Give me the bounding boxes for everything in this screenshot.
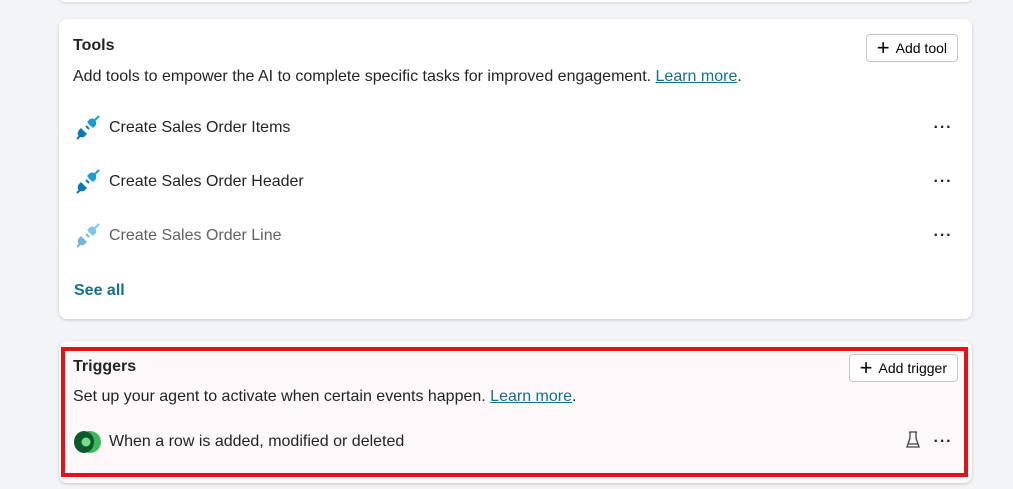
more-options-icon[interactable]: ···	[928, 173, 958, 191]
tools-description: Add tools to empower the AI to complete …	[73, 68, 742, 85]
plug-icon	[73, 114, 101, 142]
tools-description-text: Add tools to empower the AI to complete …	[73, 68, 652, 85]
triggers-description-text: Set up your agent to activate when certa…	[73, 388, 486, 405]
add-trigger-label: Add trigger	[878, 360, 947, 376]
tool-item[interactable]: Create Sales Order Items ···	[73, 113, 958, 143]
triggers-card: Triggers + Add trigger Set up your agent …	[59, 341, 972, 483]
tool-item-label: Create Sales Order Header	[109, 173, 304, 190]
plus-icon: +	[876, 35, 890, 60]
tools-card: Tools + Add tool Add tools to empower the…	[59, 19, 972, 319]
trigger-item[interactable]: When a row is added, modified or deleted…	[73, 427, 958, 457]
see-all-link[interactable]: See all	[74, 282, 125, 300]
triggers-learn-more-link[interactable]: Learn more	[490, 388, 572, 405]
tools-title: Tools	[73, 37, 115, 54]
triggers-title: Triggers	[73, 358, 137, 375]
triggers-description: Set up your agent to activate when certa…	[73, 388, 577, 405]
more-options-icon[interactable]: ···	[928, 119, 958, 137]
test-flask-icon[interactable]	[898, 430, 928, 454]
trigger-item-label: When a row is added, modified or deleted	[109, 433, 405, 450]
plug-icon	[73, 168, 101, 196]
tool-item[interactable]: Create Sales Order Header ···	[73, 167, 958, 197]
previous-card	[59, 0, 972, 2]
add-tool-label: Add tool	[895, 40, 947, 56]
tool-item-label: Create Sales Order Line	[109, 227, 282, 244]
tools-learn-more-link[interactable]: Learn more	[656, 68, 738, 85]
dataverse-icon	[73, 428, 101, 456]
plug-icon	[73, 222, 101, 250]
plus-icon: +	[859, 355, 873, 380]
add-trigger-button[interactable]: + Add trigger	[848, 354, 958, 382]
more-options-icon[interactable]: ···	[928, 433, 958, 451]
more-options-icon[interactable]: ···	[928, 227, 958, 245]
tool-item[interactable]: Create Sales Order Line ···	[73, 221, 958, 251]
tool-item-label: Create Sales Order Items	[109, 119, 291, 136]
add-tool-button[interactable]: + Add tool	[865, 34, 958, 62]
